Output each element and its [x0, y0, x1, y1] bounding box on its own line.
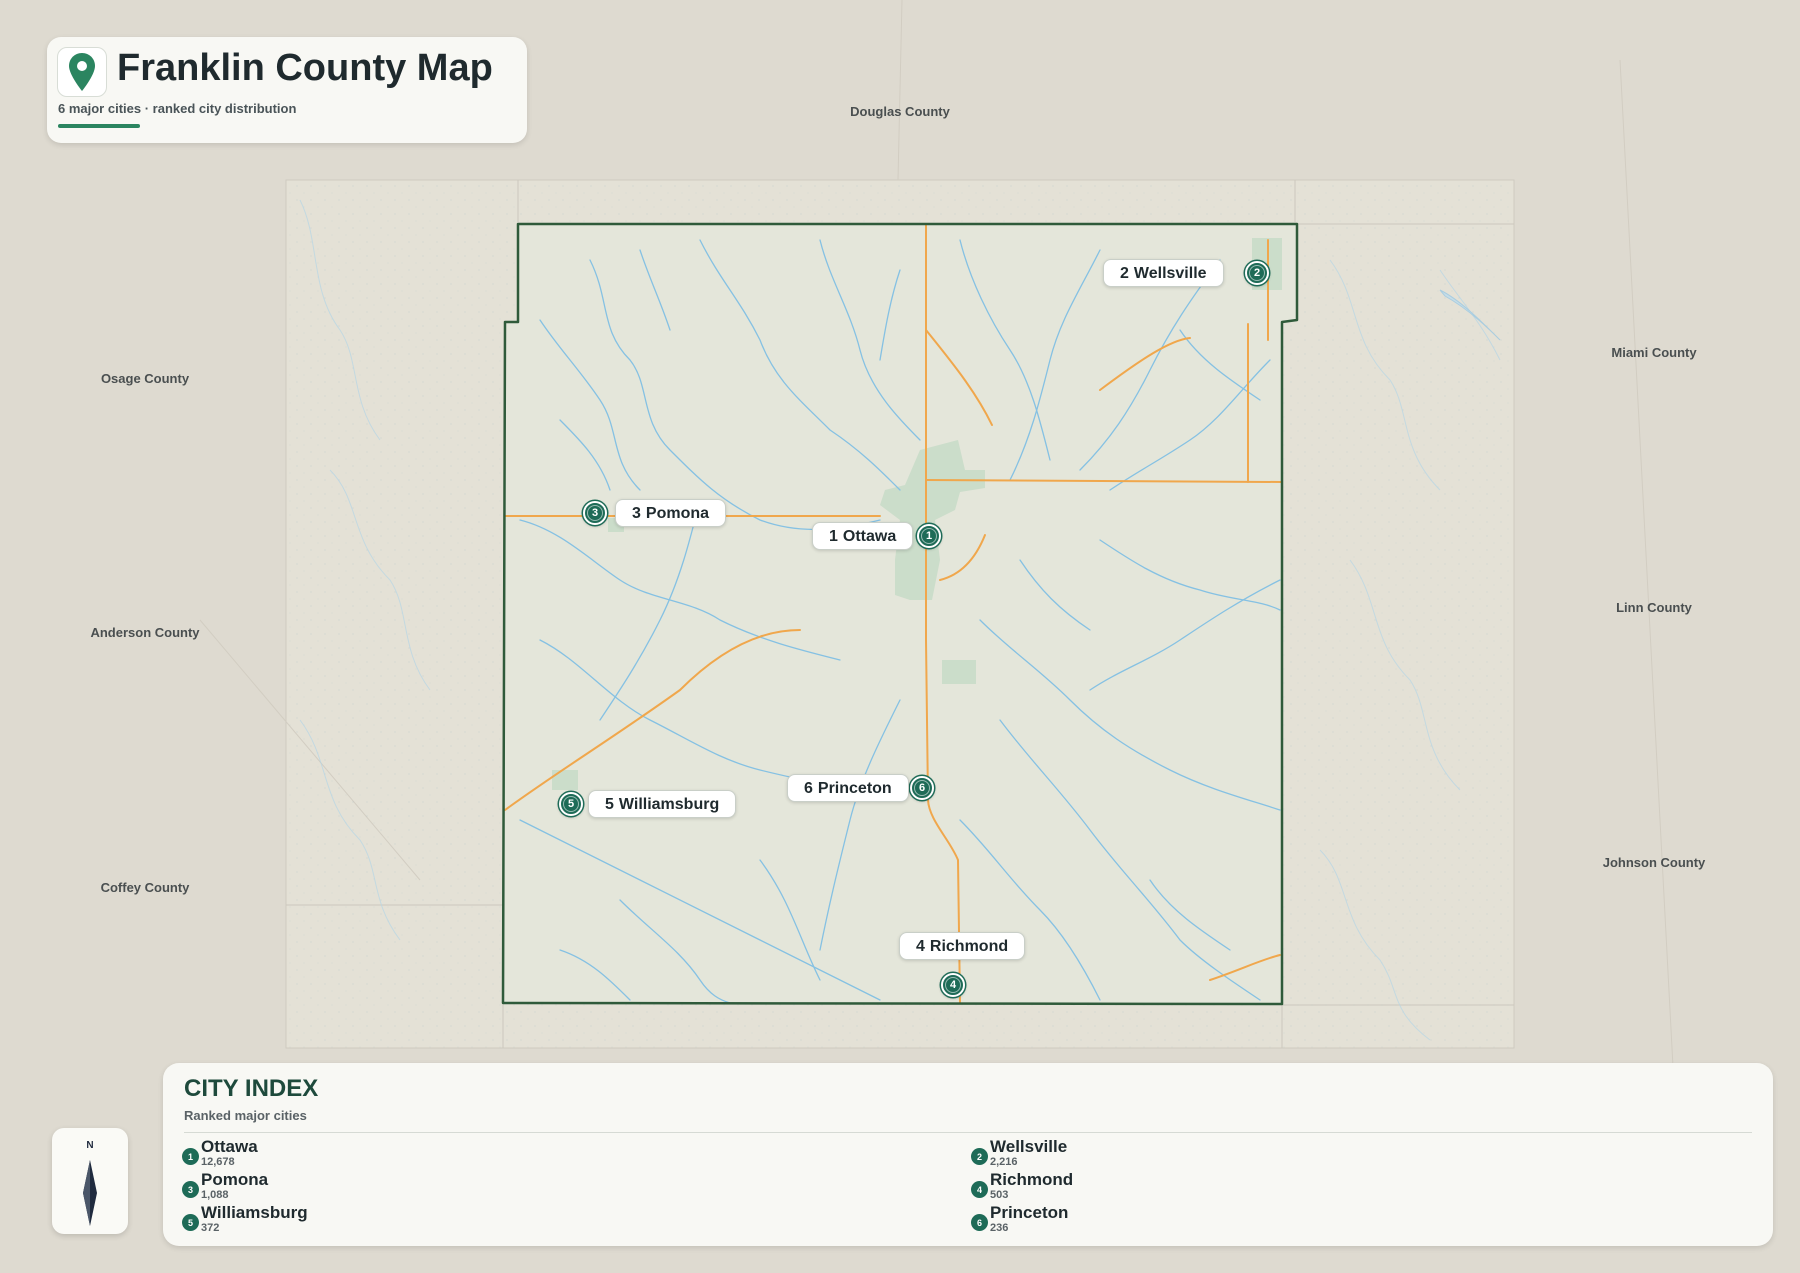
city-label-pomona[interactable]: 3 Pomona [615, 499, 727, 527]
city-index-panel: CITY INDEX Ranked major cities 1 Ottawa … [163, 1063, 1773, 1246]
city-index-title: CITY INDEX [184, 1075, 319, 1102]
city-index-item-princeton[interactable]: 6 Princeton 236 [971, 1203, 1671, 1235]
city-population: 503 [990, 1189, 1009, 1201]
city-label-name: Richmond [929, 938, 1009, 955]
county-label-anderson: Anderson County [90, 625, 200, 640]
city-name: Richmond [990, 1170, 1074, 1189]
title-card: Franklin County Map 6 major cities · ran… [47, 37, 527, 143]
city-label-rank: 6 [804, 780, 813, 797]
county-label-linn: Linn County [1616, 600, 1692, 615]
city-label-name: Princeton [817, 780, 892, 797]
city-index-item-wellsville[interactable]: 2 Wellsville 2,216 [971, 1137, 1671, 1169]
city-name: Williamsburg [201, 1203, 308, 1222]
city-marker-pomona[interactable]: 3 [583, 501, 607, 525]
city-population: 1,088 [201, 1189, 229, 1201]
rank-badge: 4 [971, 1181, 988, 1198]
county-label-douglas: Douglas County [850, 104, 950, 119]
city-index-subtitle: Ranked major cities [184, 1108, 307, 1123]
city-name: Princeton [990, 1203, 1069, 1222]
city-label-name: Pomona [645, 505, 710, 522]
city-label-rank: 4 [916, 938, 925, 955]
city-marker-ottawa[interactable]: 1 [917, 524, 941, 548]
city-index-item-ottawa[interactable]: 1 Ottawa 12,678 [182, 1137, 882, 1169]
city-index-item-richmond[interactable]: 4 Richmond 503 [971, 1170, 1671, 1202]
city-label-princeton[interactable]: 6 Princeton [787, 774, 909, 802]
city-name: Pomona [201, 1170, 269, 1189]
city-label-ottawa[interactable]: 1 Ottawa [812, 522, 914, 550]
city-marker-richmond[interactable]: 4 [941, 973, 965, 997]
city-name: Wellsville [990, 1137, 1068, 1156]
city-population: 236 [990, 1222, 1009, 1234]
city-label-rank: 2 [1120, 265, 1129, 282]
city-label-rank: 1 [829, 528, 838, 545]
city-label-name: Williamsburg [618, 796, 720, 813]
rank-badge: 6 [971, 1214, 988, 1231]
city-label-wellsville[interactable]: 2 Wellsville [1103, 259, 1224, 287]
city-label-williamsburg[interactable]: 5 Williamsburg [588, 790, 737, 818]
rank-badge: 2 [971, 1148, 988, 1165]
city-index-item-williamsburg[interactable]: 5 Williamsburg 372 [182, 1203, 882, 1235]
city-population: 2,216 [990, 1156, 1018, 1168]
compass: N [52, 1128, 128, 1234]
rank-badge: 3 [182, 1181, 199, 1198]
map-pin-icon [57, 47, 107, 97]
city-index-item-pomona[interactable]: 3 Pomona 1,088 [182, 1170, 882, 1202]
city-marker-princeton[interactable]: 6 [910, 776, 934, 800]
city-label-name: Ottawa [842, 528, 897, 545]
rank-badge: 5 [182, 1214, 199, 1231]
map-subtitle: 6 major cities · ranked city distributio… [58, 101, 297, 116]
county-label-osage: Osage County [100, 371, 190, 386]
city-name: Ottawa [201, 1137, 258, 1156]
city-marker-wellsville[interactable]: 2 [1245, 261, 1269, 285]
county-label-johnson: Johnson County [1602, 855, 1706, 870]
title-accent-bar [58, 124, 140, 128]
compass-north-label: N [86, 1140, 94, 1151]
rank-badge: 1 [182, 1148, 199, 1165]
county-label-miami: Miami County [1611, 345, 1697, 360]
city-label-richmond[interactable]: 4 Richmond [899, 932, 1026, 960]
map-title: Franklin County Map [117, 47, 493, 89]
city-population: 12,678 [201, 1156, 235, 1168]
city-population: 372 [201, 1222, 220, 1234]
city-label-rank: 5 [605, 796, 614, 813]
county-label-coffey: Coffey County [100, 880, 190, 895]
city-label-rank: 3 [632, 505, 641, 522]
city-marker-williamsburg[interactable]: 5 [559, 792, 583, 816]
compass-arrow-icon [83, 1160, 97, 1226]
city-label-name: Wellsville [1133, 265, 1207, 282]
city-index-divider [184, 1132, 1752, 1133]
